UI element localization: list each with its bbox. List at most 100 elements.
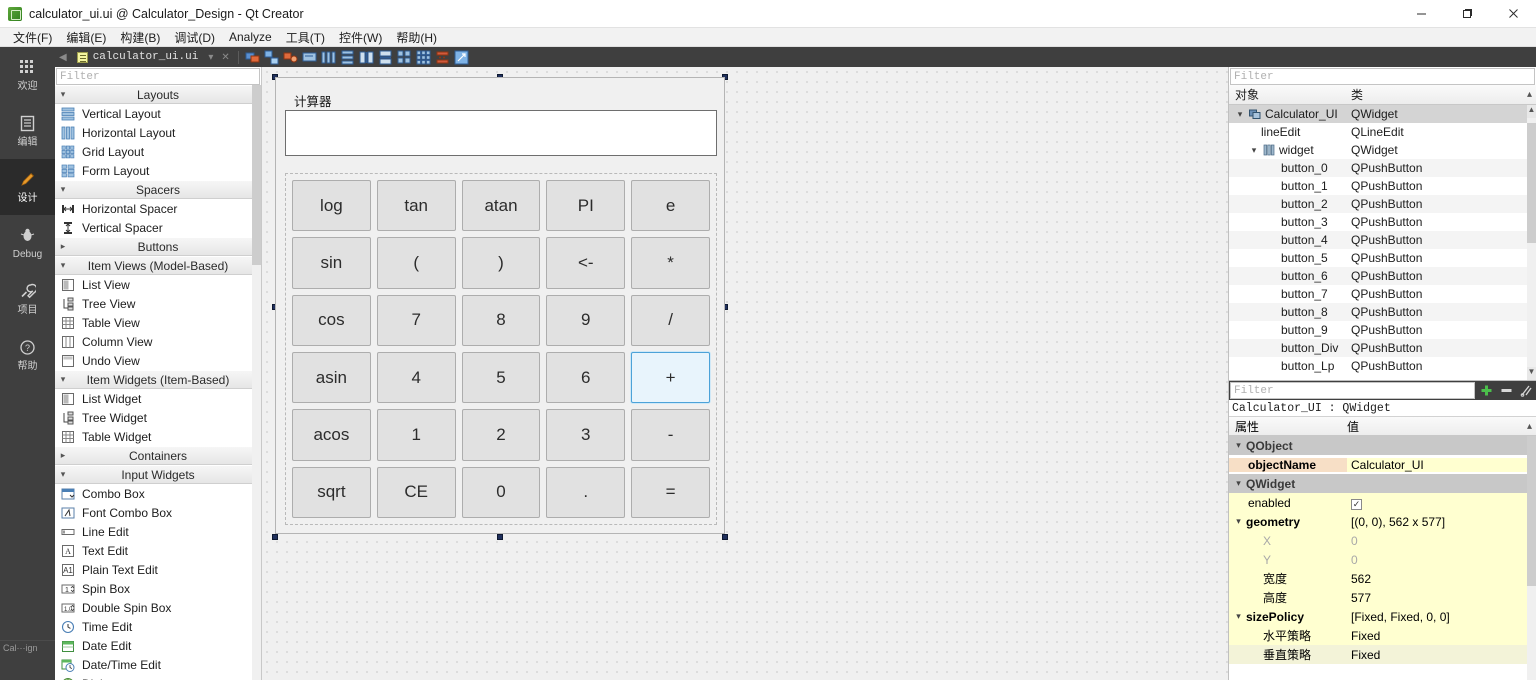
form-canvas[interactable]: 计算器 log tan atan PI e sin ( ) <- * cos 7… <box>262 67 1228 680</box>
property-row-x[interactable]: X 0 <box>1229 531 1536 550</box>
widget-item-table-widget[interactable]: Table Widget <box>55 427 261 446</box>
button-7[interactable]: 7 <box>376 294 456 346</box>
enabled-checkbox[interactable]: ✓ <box>1351 498 1362 510</box>
widget-item-vertical-spacer[interactable]: Vertical Spacer <box>55 218 261 237</box>
property-row-enabled[interactable]: enabled ✓ <box>1229 493 1536 512</box>
button-6[interactable]: 6 <box>546 351 626 404</box>
property-value[interactable]: Calculator_UI <box>1347 457 1536 472</box>
tree-row-calculator-ui[interactable]: ▾ Calculator_UI QWidget <box>1229 105 1536 123</box>
layout-vertically-icon[interactable] <box>339 49 356 66</box>
tree-row-button-6[interactable]: button_6 QPushButton <box>1229 267 1536 285</box>
tree-row-button-9[interactable]: button_9 QPushButton <box>1229 321 1536 339</box>
button-sin[interactable]: sin <box>292 237 371 289</box>
property-value[interactable]: 562 <box>1347 572 1536 586</box>
widget-item-text-edit[interactable]: A Text Edit <box>55 541 261 560</box>
property-editor-filter[interactable]: Filter <box>1230 382 1475 399</box>
widget-item-font-combo-box[interactable]: Font Combo Box <box>55 503 261 522</box>
button-rparen[interactable]: ) <box>461 237 541 289</box>
button-0[interactable]: 0 <box>461 466 541 518</box>
menu-debug[interactable]: 调试(D) <box>167 28 222 47</box>
property-row-y[interactable]: Y 0 <box>1229 550 1536 569</box>
mode-bottom-status[interactable]: Cal···ign <box>0 640 55 680</box>
property-value[interactable]: [Fixed, Fixed, 0, 0] <box>1347 610 1536 624</box>
widget-group-item-views[interactable]: ▾ Item Views (Model-Based) <box>55 256 261 275</box>
widget-item-tree-widget[interactable]: Tree Widget <box>55 408 261 427</box>
button-asin[interactable]: asin <box>292 351 371 404</box>
button-cos[interactable]: cos <box>292 294 371 346</box>
button-equals[interactable]: = <box>631 466 710 518</box>
widget-item-date-edit[interactable]: Date Edit <box>55 636 261 655</box>
widget-item-undo-view[interactable]: Undo View <box>55 351 261 370</box>
widget-item-table-view[interactable]: Table View <box>55 313 261 332</box>
mode-design[interactable]: 设计 <box>0 159 55 215</box>
menu-edit[interactable]: 编辑(E) <box>59 28 113 47</box>
break-layout-icon[interactable] <box>434 49 451 66</box>
menu-tools[interactable]: 工具(T) <box>279 28 332 47</box>
button-2[interactable]: 2 <box>461 409 541 461</box>
menu-analyze[interactable]: Analyze <box>222 29 279 45</box>
widget-item-double-spin-box[interactable]: 1.0 Double Spin Box <box>55 598 261 617</box>
property-row-objectname[interactable]: objectName Calculator_UI <box>1229 455 1536 474</box>
property-row-sizepolicy[interactable]: ▾ sizePolicy [Fixed, Fixed, 0, 0] <box>1229 607 1536 626</box>
nav-back-icon[interactable]: ◀ <box>55 52 71 63</box>
property-value[interactable]: [(0, 0), 562 x 577] <box>1347 515 1536 529</box>
tab-split-icon[interactable]: ▾ <box>204 52 217 63</box>
tree-row-button-1[interactable]: button_1 QPushButton <box>1229 177 1536 195</box>
mode-help[interactable]: ? 帮助 <box>0 327 55 383</box>
button-lparen[interactable]: ( <box>376 237 456 289</box>
edit-widgets-icon[interactable] <box>244 49 261 66</box>
button-tan[interactable]: tan <box>376 180 456 232</box>
widget-item-horizontal-layout[interactable]: Horizontal Layout <box>55 123 261 142</box>
column-header-value[interactable]: 值 <box>1347 418 1536 435</box>
layout-in-splitter-vertical-icon[interactable] <box>377 49 394 66</box>
chevron-up-icon[interactable]: ▴ <box>1527 89 1532 100</box>
column-header-property[interactable]: 属性 <box>1229 418 1347 435</box>
tree-row-button-0[interactable]: button_0 QPushButton <box>1229 159 1536 177</box>
document-tab[interactable]: calculator_ui.ui <box>71 47 205 67</box>
widget-box-scrollbar[interactable] <box>252 85 261 680</box>
menu-widgets[interactable]: 控件(W) <box>332 28 389 47</box>
configure-property-button[interactable] <box>1516 381 1536 400</box>
mode-debug[interactable]: Debug <box>0 215 55 271</box>
widget-group-item-widgets[interactable]: ▾ Item Widgets (Item-Based) <box>55 370 261 389</box>
button-sqrt[interactable]: sqrt <box>292 466 371 518</box>
edit-signals-slots-icon[interactable] <box>263 49 280 66</box>
widget-item-list-view[interactable]: List View <box>55 275 261 294</box>
property-group-qwidget[interactable]: ▾ QWidget <box>1229 474 1536 493</box>
button-atan[interactable]: atan <box>461 180 541 232</box>
widget-item-form-layout[interactable]: Form Layout <box>55 161 261 180</box>
button-multiply[interactable]: * <box>631 237 710 289</box>
widget-group-spacers[interactable]: ▾ Spacers <box>55 180 261 199</box>
property-row-horizontal-policy[interactable]: 水平策略 Fixed <box>1229 626 1536 645</box>
chevron-down-icon[interactable]: ▾ <box>1235 109 1245 120</box>
button-minus[interactable]: - <box>631 409 710 461</box>
scroll-up-icon[interactable]: ▲ <box>1527 105 1536 118</box>
button-8[interactable]: 8 <box>461 294 541 346</box>
mode-welcome[interactable]: 欢迎 <box>0 47 55 103</box>
maximize-button[interactable] <box>1444 0 1490 28</box>
widget-item-plain-text-edit[interactable]: A1 Plain Text Edit <box>55 560 261 579</box>
widget-group-layouts[interactable]: ▾ Layouts ▴ <box>55 85 261 104</box>
widget-group-input-widgets[interactable]: ▾ Input Widgets <box>55 465 261 484</box>
remove-property-button[interactable] <box>1496 381 1516 400</box>
button-9[interactable]: 9 <box>546 294 626 346</box>
widget-group-containers[interactable]: ▸ Containers <box>55 446 261 465</box>
property-value[interactable]: Fixed <box>1347 648 1536 662</box>
resize-handle-bottom-right[interactable] <box>722 534 728 540</box>
resize-handle-bottom-left[interactable] <box>272 534 278 540</box>
calculator-form[interactable]: 计算器 log tan atan PI e sin ( ) <- * cos 7… <box>275 77 725 534</box>
widget-item-spin-box[interactable]: 1 Spin Box <box>55 579 261 598</box>
object-inspector-filter[interactable]: Filter <box>1230 68 1535 85</box>
tree-row-button-7[interactable]: button_7 QPushButton <box>1229 285 1536 303</box>
mode-edit[interactable]: 编辑 <box>0 103 55 159</box>
column-header-class[interactable]: 类 <box>1351 86 1536 103</box>
widget-item-time-edit[interactable]: Time Edit <box>55 617 261 636</box>
widget-item-dial[interactable]: Dial <box>55 674 261 680</box>
button-log[interactable]: log <box>292 180 371 232</box>
tree-row-button-5[interactable]: button_5 QPushButton <box>1229 249 1536 267</box>
widget-item-tree-view[interactable]: Tree View <box>55 294 261 313</box>
widget-item-vertical-layout[interactable]: Vertical Layout <box>55 104 261 123</box>
layout-in-grid-icon[interactable] <box>415 49 432 66</box>
line-edit-display[interactable] <box>285 110 717 156</box>
object-inspector-scrollbar[interactable]: ▲ ▼ <box>1527 105 1536 380</box>
